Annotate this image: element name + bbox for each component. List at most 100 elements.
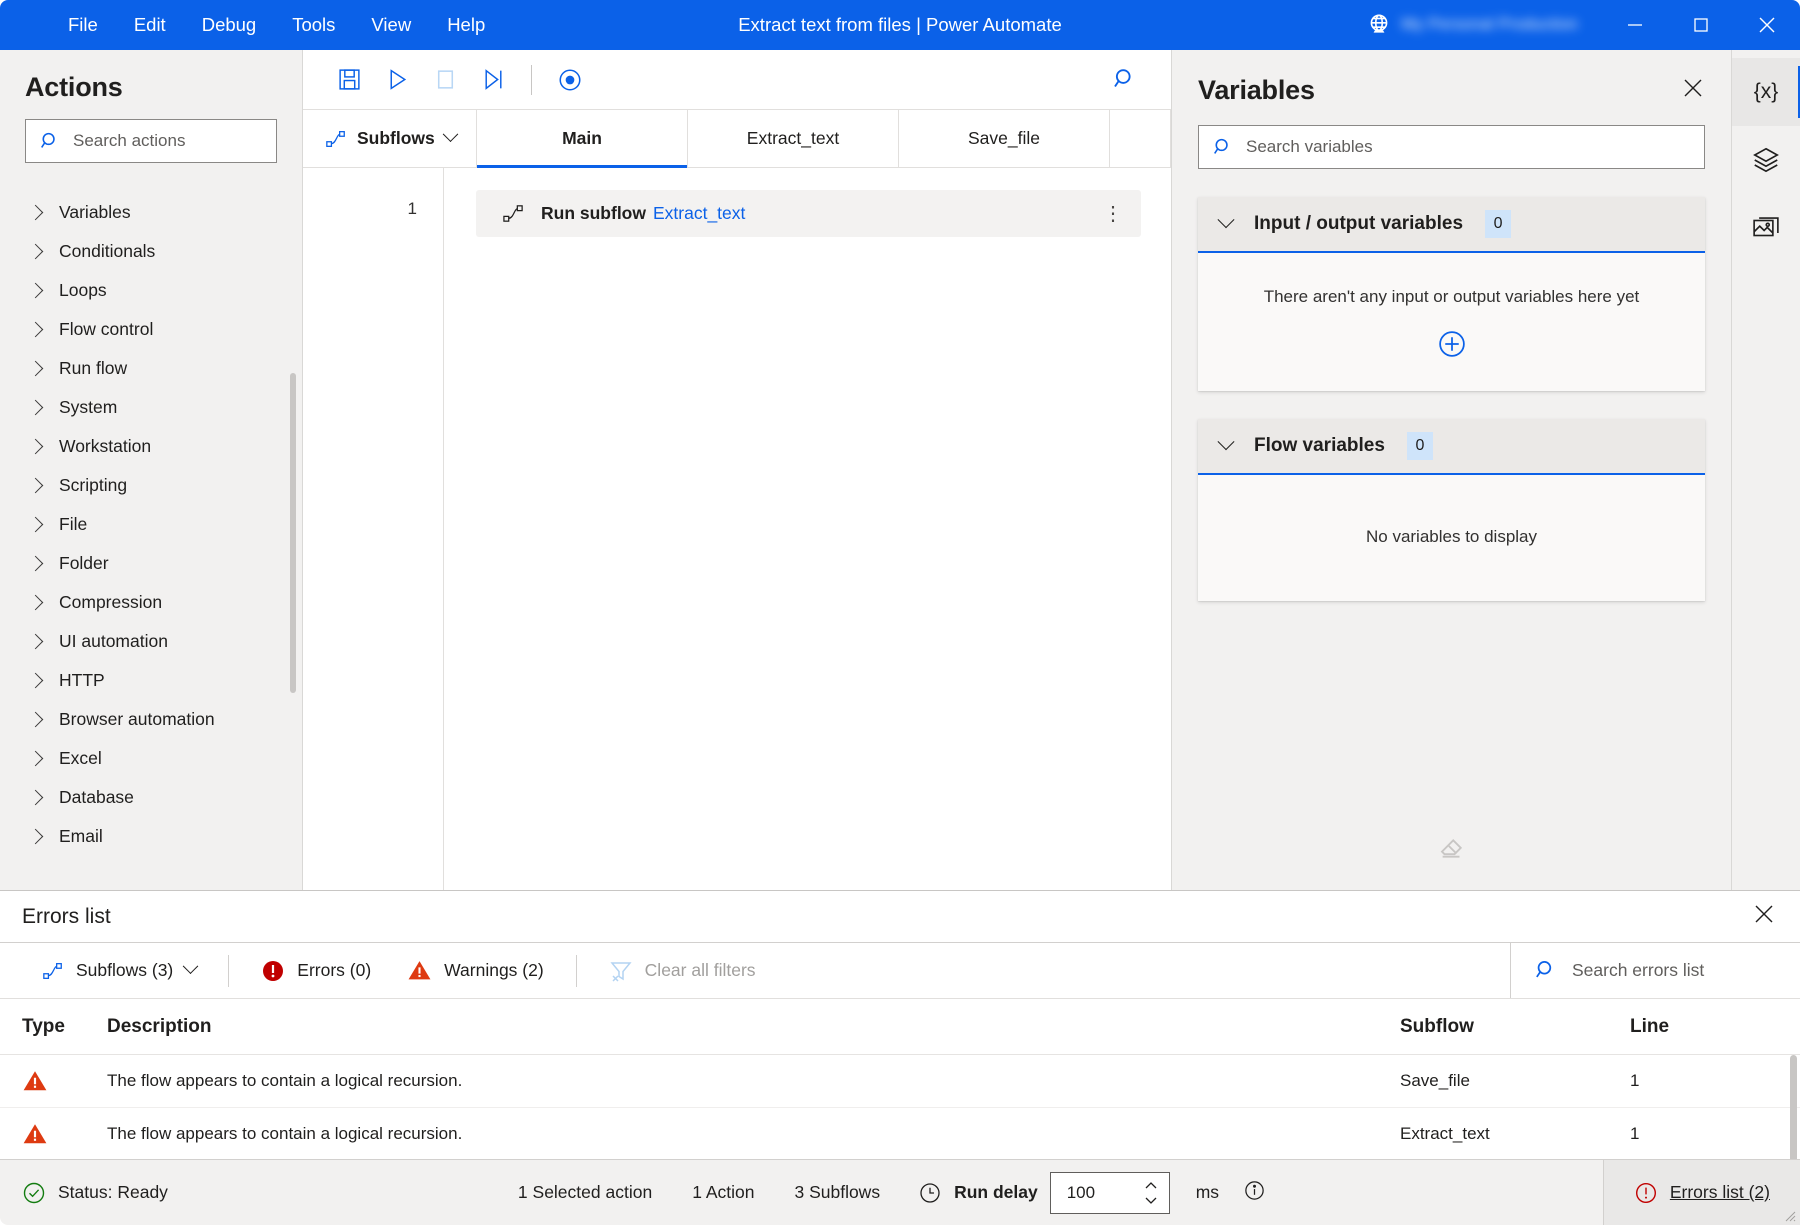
tab-save-file[interactable]: Save_file bbox=[899, 110, 1110, 167]
actions-group-run-flow[interactable]: Run flow bbox=[0, 349, 302, 388]
close-icon bbox=[1684, 79, 1702, 97]
environment-indicator[interactable]: My Personal Production bbox=[1366, 12, 1578, 38]
workspace: Subflows Main Extract_text Save_file 1 R… bbox=[303, 50, 1172, 890]
actions-group-variables[interactable]: Variables bbox=[0, 193, 302, 232]
column-header-subflow: Subflow bbox=[1400, 1015, 1474, 1037]
flow-variables-header[interactable]: Flow variables 0 bbox=[1198, 419, 1705, 475]
actions-group-compression[interactable]: Compression bbox=[0, 583, 302, 622]
chevron-down-icon[interactable] bbox=[1143, 1196, 1159, 1205]
errors-list-status-button[interactable]: Errors list (2) bbox=[1602, 1160, 1800, 1225]
chevron-right-icon bbox=[27, 633, 44, 650]
save-button[interactable] bbox=[325, 58, 373, 102]
warning-triangle-icon bbox=[23, 1071, 47, 1091]
actions-group-browser-automation[interactable]: Browser automation bbox=[0, 700, 302, 739]
menu-item-debug[interactable]: Debug bbox=[186, 8, 273, 42]
chevron-right-icon bbox=[27, 555, 44, 572]
maximize-icon bbox=[1694, 18, 1708, 32]
globe-icon bbox=[1370, 14, 1387, 33]
clear-variables-button[interactable] bbox=[1437, 831, 1467, 866]
rail-button-ui-elements[interactable] bbox=[1732, 126, 1800, 194]
warning-triangle-icon bbox=[23, 1124, 47, 1144]
table-row[interactable]: The flow appears to contain a logical re… bbox=[0, 1108, 1800, 1159]
more-options-icon[interactable]: ⋮ bbox=[1103, 204, 1123, 224]
menu-item-help[interactable]: Help bbox=[431, 8, 501, 42]
input-output-empty-message: There aren't any input or output variabl… bbox=[1263, 287, 1640, 306]
actions-group-conditionals[interactable]: Conditionals bbox=[0, 232, 302, 271]
close-variables-panel-button[interactable] bbox=[1677, 72, 1709, 109]
flow-search-button[interactable] bbox=[1095, 58, 1155, 102]
maximize-button[interactable] bbox=[1668, 0, 1734, 50]
input-output-variables-title: Input / output variables bbox=[1254, 213, 1464, 234]
run-next-action-icon bbox=[484, 69, 502, 90]
actions-group-label: HTTP bbox=[59, 670, 105, 690]
clear-all-filters-label: Clear all filters bbox=[644, 960, 756, 980]
actions-group-label: Loops bbox=[59, 280, 107, 300]
actions-group-loops[interactable]: Loops bbox=[0, 271, 302, 310]
menu-item-tools[interactable]: Tools bbox=[276, 8, 351, 42]
actions-group-label: Workstation bbox=[59, 436, 152, 456]
recorder-button[interactable] bbox=[546, 58, 594, 102]
run-delay-info-button[interactable] bbox=[1243, 1179, 1266, 1207]
chevron-right-icon bbox=[27, 672, 44, 689]
actions-group-folder[interactable]: Folder bbox=[0, 544, 302, 583]
add-input-output-variable-button[interactable] bbox=[1437, 329, 1467, 359]
menu-item-edit[interactable]: Edit bbox=[118, 8, 182, 42]
run-delay-unit: ms bbox=[1195, 1182, 1220, 1202]
flow-step-argument[interactable]: Extract_text bbox=[653, 203, 745, 224]
minimize-icon bbox=[1628, 24, 1642, 26]
rail-button-variables[interactable]: {x} bbox=[1732, 58, 1800, 126]
error-circle-icon bbox=[1635, 1182, 1656, 1203]
run-next-action-button[interactable] bbox=[469, 58, 517, 102]
power-automate-window: File Edit Debug Tools View Help Extract … bbox=[0, 0, 1800, 1225]
tab-main[interactable]: Main bbox=[477, 110, 688, 168]
close-errors-list-button[interactable] bbox=[1748, 898, 1780, 935]
actions-group-system[interactable]: System bbox=[0, 388, 302, 427]
tab-extract-text[interactable]: Extract_text bbox=[688, 110, 899, 167]
run-delay-input[interactable]: 100 bbox=[1049, 1171, 1170, 1214]
flow-step-run-subflow[interactable]: Run subflow Extract_text ⋮ bbox=[476, 190, 1141, 237]
rail-button-images[interactable] bbox=[1732, 194, 1800, 262]
errors-list-filters: Subflows (3) Errors (0) Warnings (2) Cle… bbox=[0, 943, 1800, 999]
clear-all-filters-button[interactable]: Clear all filters bbox=[591, 951, 774, 991]
actions-group-scripting[interactable]: Scripting bbox=[0, 466, 302, 505]
row-type-cell bbox=[0, 1068, 107, 1094]
errors-table-scrollbar[interactable] bbox=[1790, 1055, 1797, 1159]
actions-group-http[interactable]: HTTP bbox=[0, 661, 302, 700]
subflows-label: Subflows bbox=[357, 128, 435, 148]
filter-warnings-label: Warnings (2) bbox=[444, 960, 544, 980]
menu-item-view[interactable]: View bbox=[355, 8, 427, 42]
actions-group-label: Browser automation bbox=[59, 709, 215, 729]
run-icon bbox=[390, 69, 406, 90]
subflow-tabs: Subflows Main Extract_text Save_file bbox=[303, 110, 1171, 168]
actions-group-flow-control[interactable]: Flow control bbox=[0, 310, 302, 349]
actions-group-list[interactable]: Variables Conditionals Loops Flow contro… bbox=[0, 193, 302, 890]
filter-subflows[interactable]: Subflows (3) bbox=[24, 951, 214, 991]
filter-warnings[interactable]: Warnings (2) bbox=[389, 951, 562, 991]
toolbar-divider bbox=[531, 64, 532, 95]
actions-group-database[interactable]: Database bbox=[0, 778, 302, 817]
actions-group-ui-automation[interactable]: UI automation bbox=[0, 622, 302, 661]
stop-button[interactable] bbox=[421, 58, 469, 102]
search-variables-input[interactable]: Search variables bbox=[1198, 125, 1705, 169]
subflows-count: 3 Subflows bbox=[794, 1182, 881, 1202]
actions-group-label: UI automation bbox=[59, 631, 168, 651]
close-window-button[interactable] bbox=[1734, 0, 1800, 50]
input-output-variables-header[interactable]: Input / output variables 0 bbox=[1198, 197, 1705, 253]
info-icon bbox=[1245, 1180, 1264, 1200]
actions-group-workstation[interactable]: Workstation bbox=[0, 427, 302, 466]
table-row[interactable]: The flow appears to contain a logical re… bbox=[0, 1055, 1800, 1108]
search-actions-input[interactable]: Search actions bbox=[25, 119, 277, 163]
run-delay-stepper[interactable] bbox=[1143, 1173, 1159, 1213]
filter-errors[interactable]: Errors (0) bbox=[243, 951, 389, 991]
actions-group-excel[interactable]: Excel bbox=[0, 739, 302, 778]
chevron-up-icon[interactable] bbox=[1143, 1181, 1159, 1190]
actions-group-file[interactable]: File bbox=[0, 505, 302, 544]
search-errors-input[interactable]: Search errors list bbox=[1510, 943, 1800, 998]
minimize-button[interactable] bbox=[1602, 0, 1668, 50]
actions-group-email[interactable]: Email bbox=[0, 817, 302, 856]
actions-scrollbar[interactable] bbox=[290, 373, 296, 693]
menu-item-file[interactable]: File bbox=[52, 8, 114, 42]
run-button[interactable] bbox=[373, 58, 421, 102]
resize-grip-icon[interactable] bbox=[1782, 1208, 1796, 1222]
subflows-dropdown[interactable]: Subflows bbox=[303, 110, 477, 167]
